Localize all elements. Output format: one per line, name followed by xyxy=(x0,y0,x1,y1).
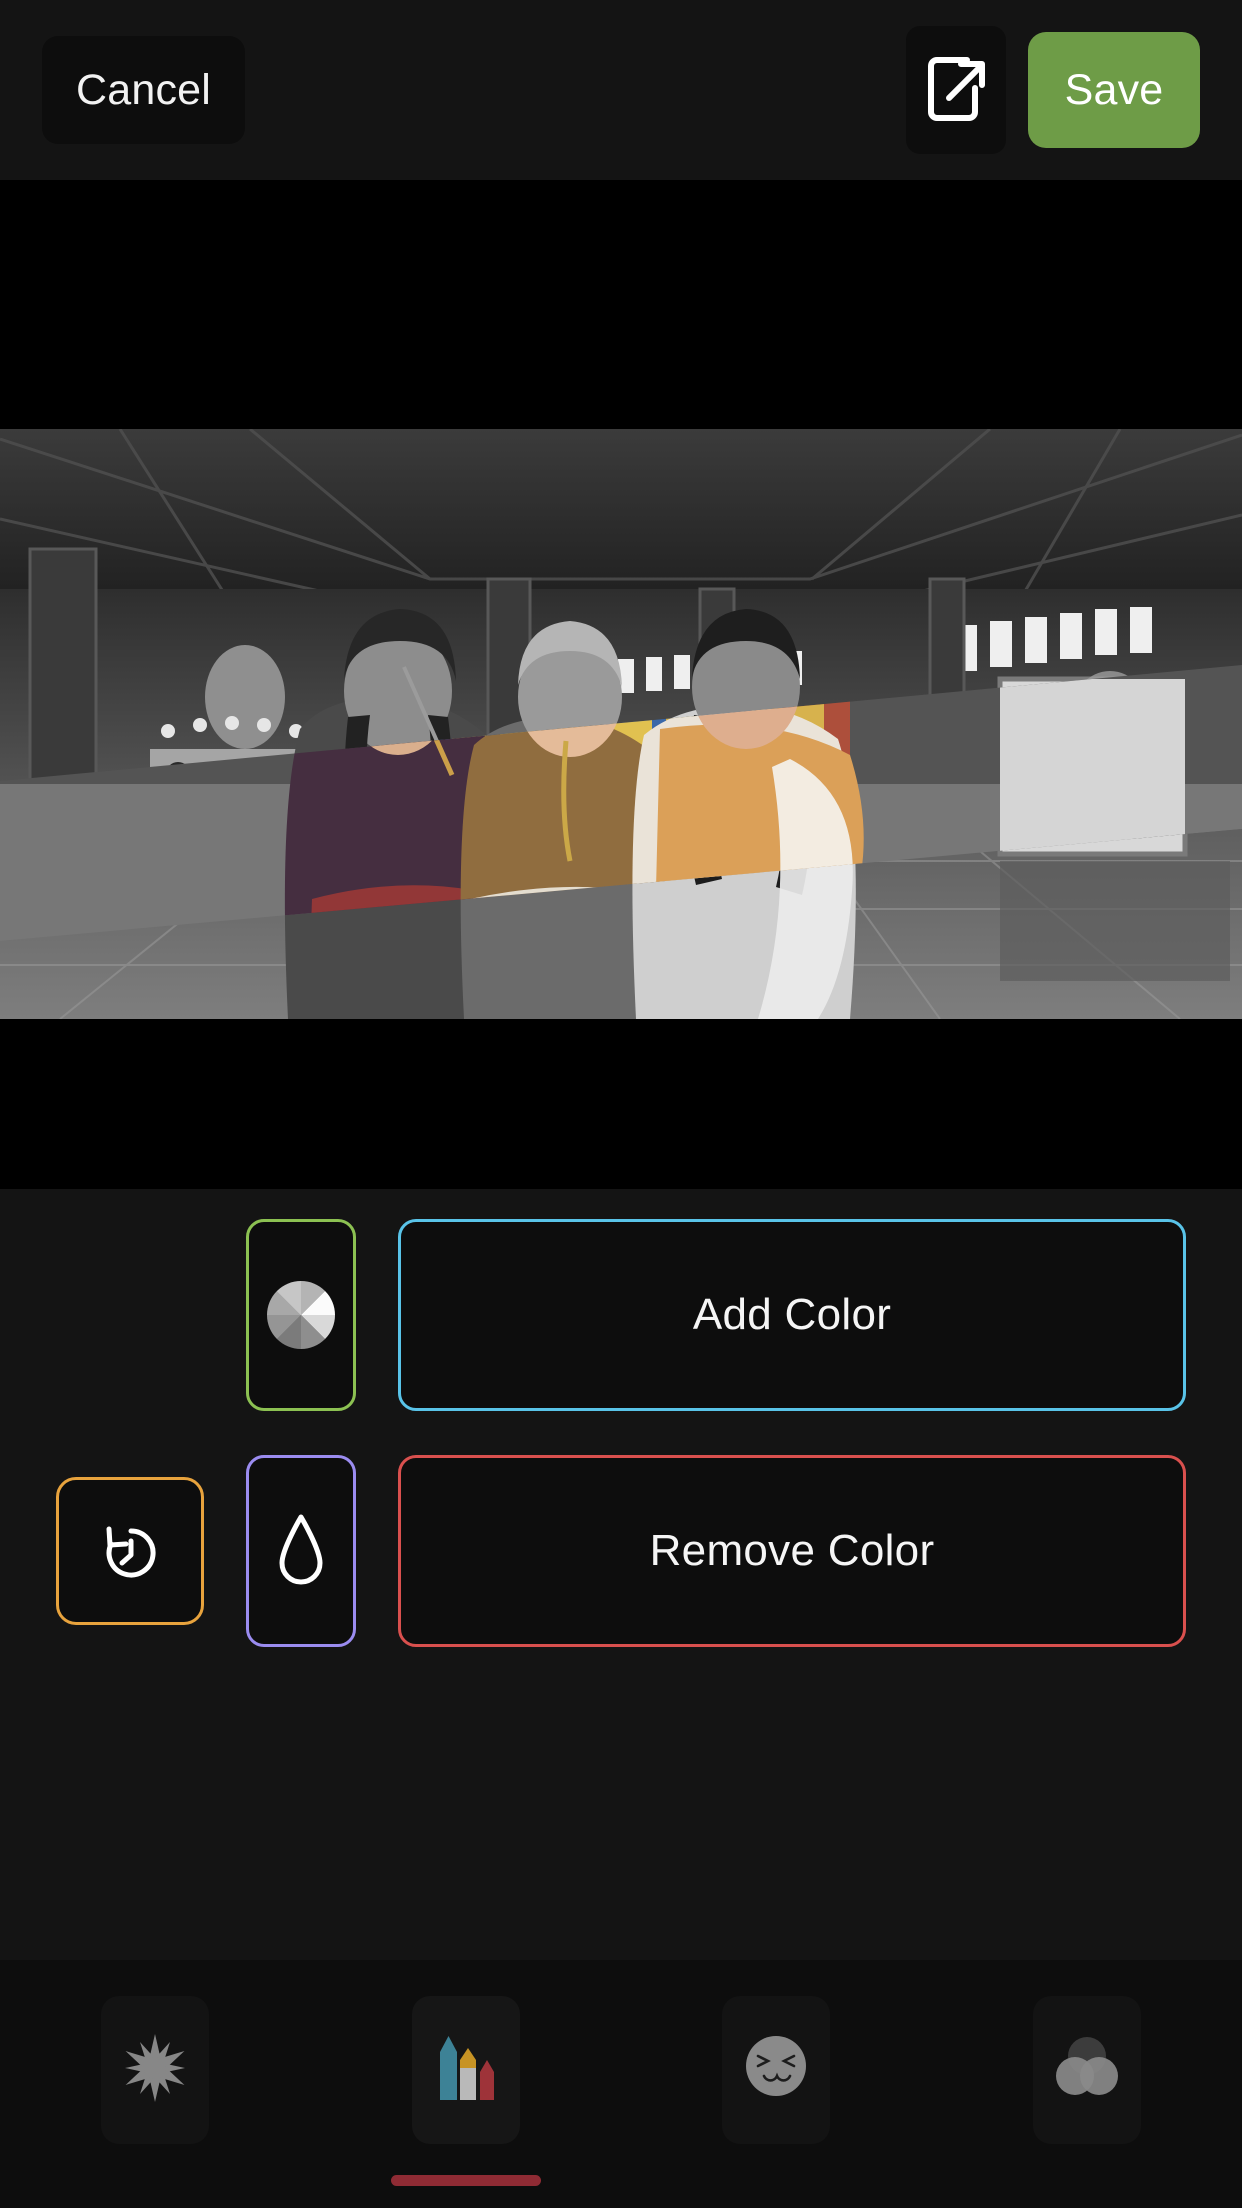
photo-editor-app: Cancel Save Add Color Remove Color xyxy=(0,0,1242,2208)
bottom-tab-bar xyxy=(0,1960,1242,2208)
overlapping-circles-icon xyxy=(1047,2028,1127,2113)
droplet-icon xyxy=(274,1511,328,1592)
tab-active-indicator xyxy=(390,2175,541,2186)
droplet-button[interactable] xyxy=(246,1455,356,1647)
share-button[interactable] xyxy=(906,26,1006,154)
remove-color-button[interactable]: Remove Color xyxy=(398,1455,1186,1647)
color-controls-panel: Add Color Remove Color xyxy=(0,1189,1242,1960)
tab-stickers-surface xyxy=(722,1996,831,2144)
tab-color-splash-surface xyxy=(411,1996,520,2144)
sparkle-burst-icon xyxy=(115,2028,195,2113)
tab-blend[interactable] xyxy=(932,1996,1242,2144)
edited-photo[interactable] xyxy=(0,429,1242,1019)
tab-color-splash[interactable] xyxy=(311,1996,622,2186)
tab-effects[interactable] xyxy=(0,1996,311,2144)
reset-history-button[interactable] xyxy=(56,1477,204,1625)
controls-row-2: Remove Color xyxy=(56,1455,1186,1647)
tab-effects-surface xyxy=(101,1996,210,2144)
cancel-button[interactable]: Cancel xyxy=(42,36,246,144)
share-export-icon xyxy=(925,54,987,127)
top-toolbar-right-group: Save xyxy=(906,26,1200,154)
color-wheel-icon xyxy=(267,1281,335,1349)
colored-pencils-icon xyxy=(426,2026,506,2115)
tab-blend-surface xyxy=(1032,1996,1141,2144)
history-reset-icon xyxy=(95,1515,165,1588)
controls-row-1: Add Color xyxy=(56,1219,1186,1411)
photo-canvas[interactable] xyxy=(0,180,1242,1189)
color-swatch-button[interactable] xyxy=(246,1219,356,1411)
face-sticker-icon xyxy=(736,2028,816,2113)
save-button[interactable]: Save xyxy=(1028,32,1200,148)
top-toolbar: Cancel Save xyxy=(0,0,1242,180)
add-color-button[interactable]: Add Color xyxy=(398,1219,1186,1411)
tab-stickers[interactable] xyxy=(621,1996,932,2144)
